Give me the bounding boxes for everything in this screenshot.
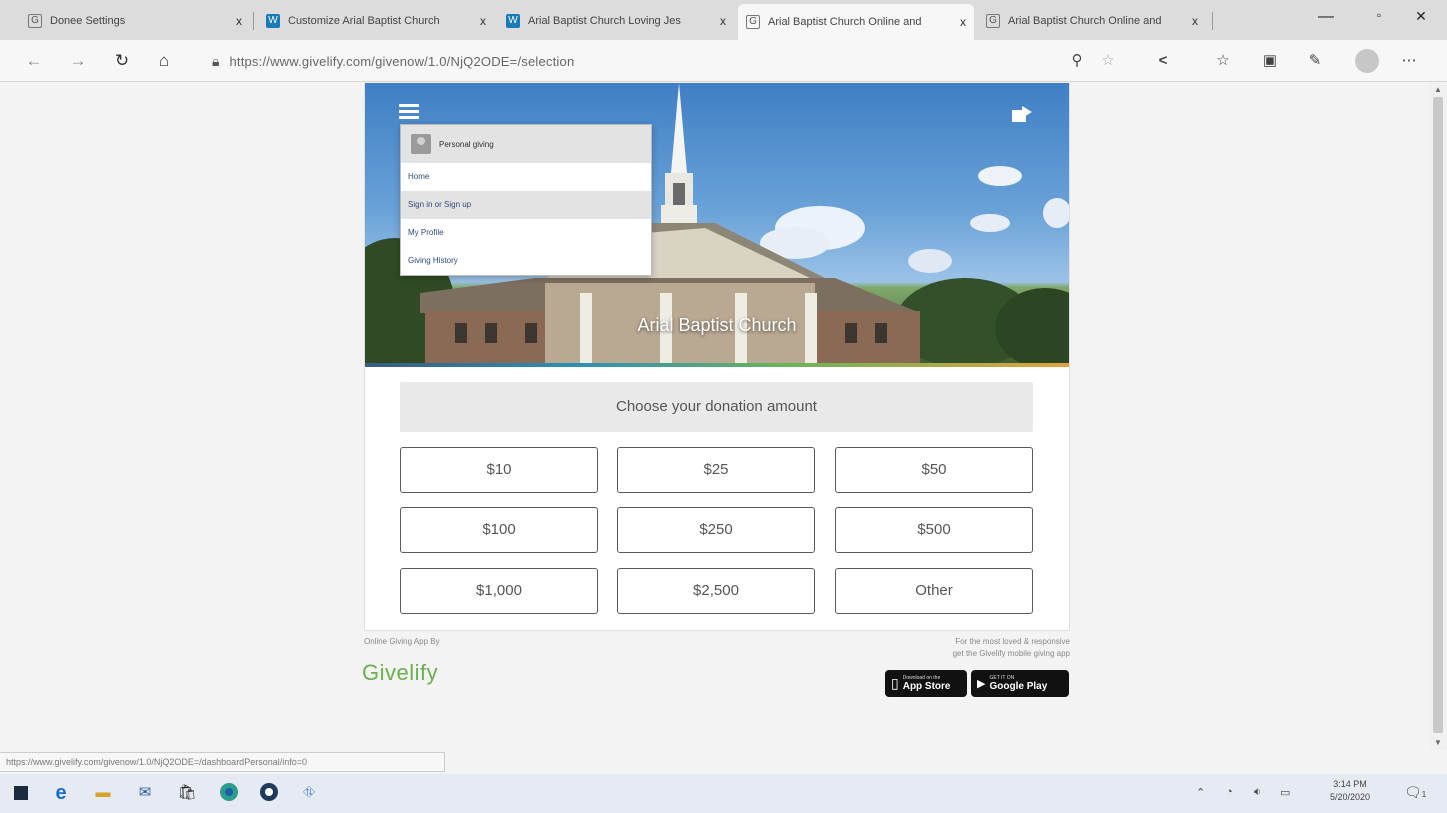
tab-customize[interactable]: W Customize Arial Baptist Church x — [258, 6, 494, 36]
menu-item-home[interactable]: Home — [401, 163, 651, 191]
close-window-button[interactable]: ✕ — [1406, 8, 1436, 25]
apple-icon: ▯ — [891, 675, 899, 691]
menu-header-label: Personal giving — [439, 139, 494, 149]
user-avatar-icon — [411, 134, 431, 154]
tab-close-icon[interactable]: x — [720, 14, 726, 28]
amount-button-2500[interactable]: $2,500 — [617, 568, 815, 614]
tab-donee-settings[interactable]: G Donee Settings x — [20, 6, 250, 36]
windows-taskbar: e ▬ ✉ 🛍︎ ⛗ ⌃ ◔ 🔉︎ ▭ 3:14 PM 5/20/2020 🗨︎… — [0, 774, 1447, 813]
amount-button-other[interactable]: Other — [835, 568, 1033, 614]
browser-tab-strip: G Donee Settings x W Customize Arial Bap… — [0, 0, 1447, 40]
tray-chevron-icon[interactable]: ⌃ — [1196, 786, 1205, 799]
url-text: https://www.givelify.com/givenow/1.0/NjQ… — [229, 53, 575, 69]
google-play-badge[interactable]: ▶ GET IT ON Google Play — [971, 670, 1069, 697]
amount-button-250[interactable]: $250 — [617, 507, 815, 553]
start-icon[interactable] — [10, 782, 32, 804]
tab-loving-jesus[interactable]: W Arial Baptist Church Loving Jes x — [498, 6, 734, 36]
share-page-icon[interactable] — [1010, 104, 1034, 124]
scroll-thumb[interactable] — [1433, 97, 1443, 733]
scroll-up-icon[interactable]: ▲ — [1433, 85, 1443, 95]
collections-icon[interactable]: ▣ — [1257, 49, 1283, 73]
forward-arrow-icon[interactable]: → — [66, 49, 90, 73]
amount-button-10[interactable]: $10 — [400, 447, 598, 493]
powered-by-text: Online Giving App By — [364, 637, 440, 646]
share-icon[interactable]: < — [1150, 49, 1176, 73]
givelify-favicon-icon: G — [746, 15, 760, 29]
menu-item-my-profile[interactable]: My Profile — [401, 219, 651, 247]
favorite-star-icon[interactable]: ☆ — [1095, 49, 1121, 73]
favorites-list-icon[interactable]: ☆ — [1210, 49, 1236, 73]
user-menu-dropdown: Personal giving Home Sign in or Sign up … — [400, 124, 652, 276]
amount-button-1000[interactable]: $1,000 — [400, 568, 598, 614]
store-icon[interactable]: 🛍︎ — [176, 782, 198, 804]
hero-color-stripe — [365, 363, 1069, 367]
edge-legacy-icon[interactable]: e — [50, 782, 72, 804]
tab-close-icon[interactable]: x — [960, 15, 966, 29]
amount-button-500[interactable]: $500 — [835, 507, 1033, 553]
zoom-icon[interactable]: ⚲ — [1064, 49, 1090, 73]
reading-icon[interactable]: ✎ — [1302, 49, 1328, 73]
refresh-icon[interactable]: ↻ — [110, 49, 134, 73]
tab-close-icon[interactable]: x — [236, 14, 242, 28]
home-icon[interactable]: ⌂ — [152, 49, 176, 73]
mail-icon[interactable]: ✉ — [134, 782, 156, 804]
app-store-badge[interactable]: ▯ Download on the App Store — [885, 670, 967, 697]
file-explorer-icon[interactable]: ▬ — [92, 782, 114, 804]
wordpress-favicon-icon: W — [506, 14, 520, 28]
menu-header: Personal giving — [401, 125, 651, 163]
edge-browser-icon[interactable] — [218, 782, 240, 804]
givelify-favicon-icon: G — [28, 14, 42, 28]
scroll-down-icon[interactable]: ▼ — [1433, 738, 1443, 748]
status-url-bar: https://www.givelify.com/givenow/1.0/NjQ… — [0, 752, 445, 772]
tab-divider — [253, 12, 254, 30]
menu-item-giving-history[interactable]: Giving History — [401, 247, 651, 275]
amount-button-100[interactable]: $100 — [400, 507, 598, 553]
wordpress-favicon-icon: W — [266, 14, 280, 28]
lock-icon: 🔒︎ — [212, 52, 220, 69]
tab-online-giving-active[interactable]: G Arial Baptist Church Online and x — [738, 4, 974, 40]
hamburger-menu-icon[interactable] — [399, 104, 419, 120]
browser-toolbar: ← → ↻ ⌂ 🔒︎ https://www.givelify.com/give… — [0, 40, 1447, 82]
choose-amount-heading: Choose your donation amount — [400, 382, 1033, 432]
network-app-icon[interactable]: ⛗ — [298, 782, 320, 804]
amount-button-25[interactable]: $25 — [617, 447, 815, 493]
tab-online-giving[interactable]: G Arial Baptist Church Online and x — [978, 6, 1206, 36]
restore-button[interactable]: ▫ — [1364, 8, 1394, 22]
address-bar[interactable]: 🔒︎ https://www.givelify.com/givenow/1.0/… — [212, 46, 1112, 76]
mobile-app-note: For the most loved & responsive get the … — [952, 637, 1070, 658]
menu-item-sign-in[interactable]: Sign in or Sign up — [401, 191, 651, 219]
tab-close-icon[interactable]: x — [1192, 14, 1198, 28]
profile-avatar[interactable] — [1355, 49, 1379, 73]
play-icon: ▶ — [977, 678, 986, 690]
tab-close-icon[interactable]: x — [480, 14, 486, 28]
system-clock[interactable]: 3:14 PM 5/20/2020 — [1320, 778, 1380, 804]
givelify-logo[interactable]: Givelify — [362, 660, 438, 686]
givelify-favicon-icon: G — [986, 14, 1000, 28]
amount-button-50[interactable]: $50 — [835, 447, 1033, 493]
tab-divider — [1212, 12, 1213, 30]
back-arrow-icon[interactable]: ← — [22, 49, 46, 73]
notification-icon[interactable]: 🗨︎1 — [1404, 784, 1426, 801]
page-scrollbar[interactable]: ▲ ▼ — [1430, 83, 1447, 750]
chrome-icon[interactable] — [258, 782, 280, 804]
church-name-title: Arial Baptist Church — [637, 315, 797, 335]
volume-icon[interactable]: 🔉︎ — [1254, 786, 1261, 799]
more-options-icon[interactable]: ⋯ — [1396, 49, 1422, 73]
battery-icon[interactable]: ▭ — [1280, 786, 1290, 799]
minimize-button[interactable]: — — [1311, 8, 1341, 26]
network-icon[interactable]: ◔ — [1226, 786, 1233, 798]
